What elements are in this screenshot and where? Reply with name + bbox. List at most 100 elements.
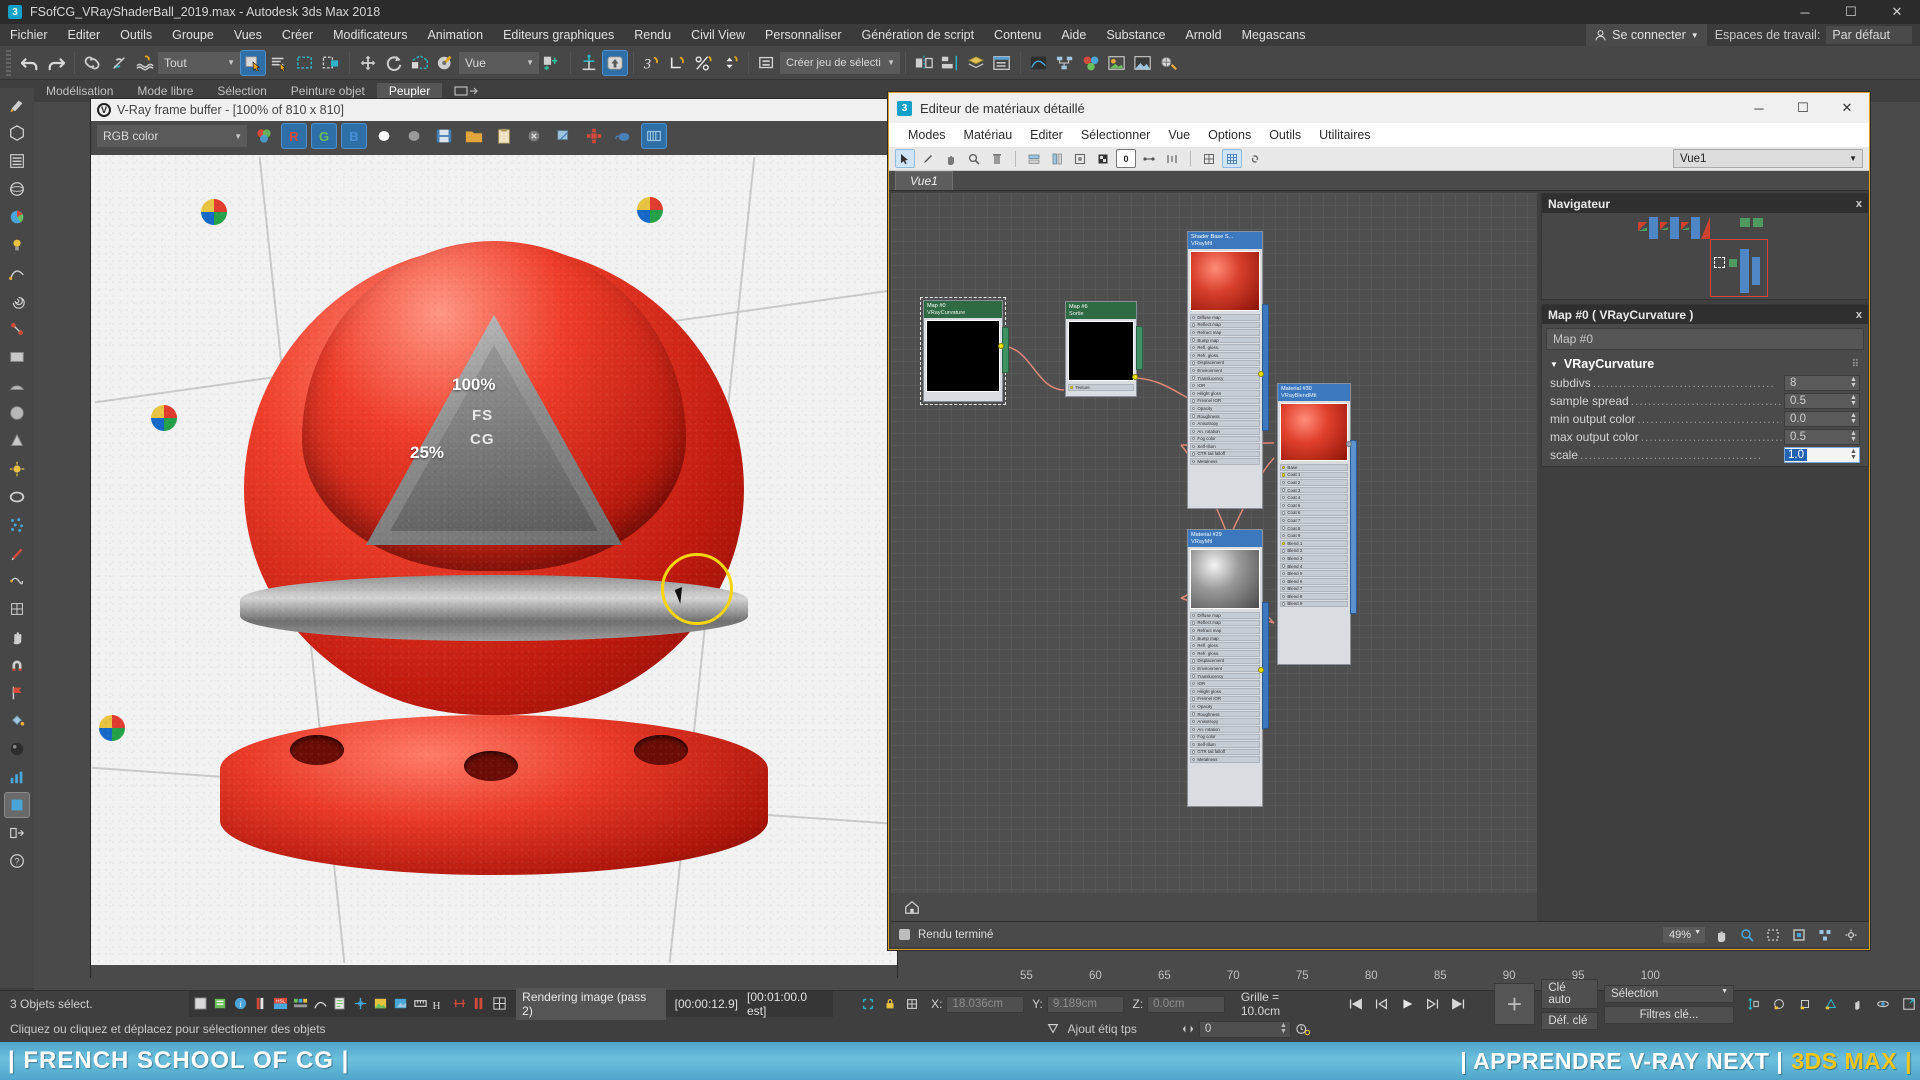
- selection-filter-combo[interactable]: Tout ▼: [158, 51, 240, 74]
- time-configuration-icon[interactable]: [1295, 1022, 1311, 1036]
- curve-editor-icon[interactable]: [1026, 50, 1052, 76]
- render-frame-window-icon[interactable]: [1130, 50, 1156, 76]
- properties-close-icon[interactable]: x: [1856, 309, 1862, 321]
- me-delete-icon[interactable]: [987, 149, 1007, 168]
- node-slot[interactable]: Blend 4: [1280, 562, 1348, 570]
- slot-port-icon[interactable]: [1192, 338, 1196, 342]
- slot-port-icon[interactable]: [1192, 383, 1196, 388]
- me-menu-outils[interactable]: Outils: [1260, 126, 1310, 144]
- align-icon[interactable]: [937, 50, 963, 76]
- me-pan-tool-icon[interactable]: [941, 149, 961, 168]
- spinner-snap-icon[interactable]: [717, 50, 743, 76]
- reference-coordinate-combo[interactable]: Vue ▼: [459, 51, 539, 74]
- zoom-viewport-icon[interactable]: [1742, 994, 1764, 1014]
- param-spinner-scale[interactable]: 1.0 ▲ ▼: [1784, 447, 1860, 463]
- select-and-rotate-icon[interactable]: [381, 50, 407, 76]
- node-slot[interactable]: Diffuse map: [1190, 314, 1260, 321]
- slot-port-icon[interactable]: [1192, 323, 1196, 327]
- status-layers-icon[interactable]: [213, 996, 230, 1013]
- vfb-red-channel-button[interactable]: R: [281, 123, 307, 149]
- toolbar-grip[interactable]: [6, 49, 11, 76]
- vfb-channel-combo[interactable]: RGB color ▼: [97, 125, 247, 147]
- node-output-bar[interactable]: [1262, 601, 1269, 729]
- me-menu-selectionner[interactable]: Sélectionner: [1072, 126, 1160, 144]
- slot-port-icon[interactable]: [1192, 361, 1196, 365]
- me-show-grid-icon[interactable]: [1222, 149, 1242, 168]
- select-object-button[interactable]: [240, 49, 266, 76]
- node-slot[interactable]: Blend 3: [1280, 555, 1348, 562]
- undo-button[interactable]: [17, 50, 43, 76]
- node-slot[interactable]: An. rotation: [1190, 427, 1260, 435]
- slot-port-icon[interactable]: [1192, 376, 1196, 380]
- slot-port-icon[interactable]: [1282, 511, 1286, 515]
- named-selection-sets-icon[interactable]: [754, 50, 780, 76]
- slot-port-icon[interactable]: [1192, 628, 1196, 633]
- tool-curve-icon[interactable]: [4, 260, 30, 286]
- slot-port-icon[interactable]: [1192, 368, 1196, 373]
- node-slot[interactable]: Fresnel IOR: [1190, 695, 1260, 703]
- tool-link-icon[interactable]: [4, 316, 30, 342]
- tool-circle-icon[interactable]: [4, 400, 30, 426]
- tool-brush-icon[interactable]: [4, 540, 30, 566]
- node-slot[interactable]: Refl. gloss.: [1190, 642, 1260, 649]
- ribbon-tab-peinture-objet[interactable]: Peinture objet: [279, 83, 377, 99]
- field-of-view-icon[interactable]: [1820, 994, 1842, 1014]
- node-slot[interactable]: IOR: [1190, 680, 1260, 687]
- select-and-place-icon[interactable]: [433, 50, 459, 76]
- close-button[interactable]: ✕: [1874, 0, 1920, 24]
- slot-port-icon[interactable]: [1192, 666, 1196, 671]
- spinner-arrows-icon[interactable]: ▲ ▼: [1280, 1022, 1287, 1035]
- slot-port-icon[interactable]: [1192, 636, 1196, 640]
- me-menu-materiau[interactable]: Matériau: [955, 126, 1022, 144]
- goto-start-button[interactable]: [1344, 994, 1366, 1014]
- slot-port-icon[interactable]: [1192, 735, 1196, 739]
- node-slot[interactable]: Refract map: [1190, 329, 1260, 336]
- node-slot[interactable]: Opacity: [1190, 703, 1260, 710]
- tool-lattice-icon[interactable]: [4, 596, 30, 622]
- node-slot[interactable]: Displacement: [1190, 657, 1260, 665]
- param-spinner-max-output-color[interactable]: 0.5 ▲ ▼: [1784, 429, 1860, 445]
- coord-z-field[interactable]: 0.0cm: [1147, 995, 1225, 1013]
- minimize-button[interactable]: ─: [1782, 0, 1828, 24]
- tool-magnet-icon[interactable]: [4, 652, 30, 678]
- rectangular-selection-region-icon[interactable]: [292, 50, 318, 76]
- map-name-field[interactable]: Map #0: [1546, 328, 1864, 350]
- status-palette-icon[interactable]: [293, 996, 310, 1013]
- status-h-icon[interactable]: H: [432, 996, 449, 1013]
- previous-frame-button[interactable]: [1370, 994, 1392, 1014]
- schematic-view-icon[interactable]: [1052, 50, 1078, 76]
- set-key-button[interactable]: Déf. clé: [1541, 1011, 1598, 1030]
- maximize-button[interactable]: ☐: [1828, 0, 1874, 24]
- tool-cone-icon[interactable]: [4, 428, 30, 454]
- vfb-canvas[interactable]: 100% 25% FS CG: [91, 151, 897, 977]
- menu-aide[interactable]: Aide: [1051, 26, 1096, 44]
- node-output-bar[interactable]: [1262, 303, 1269, 431]
- slot-port-icon[interactable]: [1282, 495, 1286, 500]
- slot-port-icon[interactable]: [1282, 541, 1286, 545]
- tool-spiral-icon[interactable]: [4, 288, 30, 314]
- navigator-close-icon[interactable]: x: [1856, 198, 1862, 210]
- node-slot[interactable]: Fog color: [1190, 435, 1260, 443]
- vfb-alpha-channel-icon[interactable]: [371, 123, 397, 149]
- vfb-teapot-icon[interactable]: [611, 123, 637, 149]
- slot-port-icon[interactable]: [1192, 391, 1196, 395]
- tool-deform-icon[interactable]: [4, 568, 30, 594]
- select-and-move-icon[interactable]: [355, 50, 381, 76]
- status-info-icon[interactable]: i: [233, 996, 250, 1013]
- node-output-bar[interactable]: [1002, 327, 1009, 373]
- ribbon-tab-modelisation[interactable]: Modélisation: [34, 83, 125, 99]
- node-graph-canvas[interactable]: Map #0 VRayCurvature Map #6 Sortie Textu…: [891, 193, 1537, 893]
- ribbon-overflow-icon[interactable]: [442, 84, 492, 98]
- vfb-open-folder-icon[interactable]: [461, 123, 487, 149]
- node-slot[interactable]: Bump map: [1190, 634, 1260, 642]
- me-node-graph-icon[interactable]: [1162, 149, 1182, 168]
- key-filters-button[interactable]: Filtres clé...: [1604, 1005, 1734, 1024]
- param-spinner-subdivs[interactable]: 8 ▲ ▼: [1784, 375, 1860, 391]
- node-slot[interactable]: Self-Illum: [1190, 741, 1260, 748]
- material-editor-minimize-button[interactable]: ─: [1737, 93, 1781, 123]
- slot-port-icon[interactable]: [1282, 579, 1286, 583]
- me-layout-v-icon[interactable]: [1047, 149, 1067, 168]
- slot-port-icon[interactable]: [1070, 385, 1074, 389]
- status-hsl-icon[interactable]: HSL: [273, 996, 290, 1013]
- use-pivot-center-icon[interactable]: [539, 50, 565, 76]
